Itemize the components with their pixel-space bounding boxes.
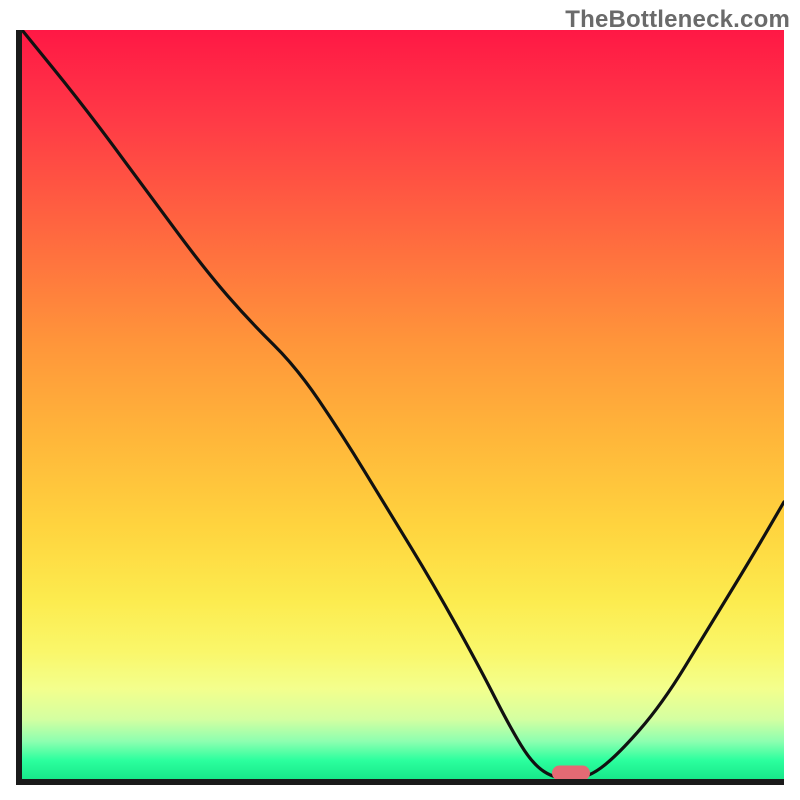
chart-root: TheBottleneck.com (0, 0, 800, 800)
y-axis-line (16, 30, 22, 785)
watermark-text: TheBottleneck.com (565, 6, 790, 34)
x-axis-line (16, 779, 784, 785)
axes-frame (16, 30, 784, 785)
